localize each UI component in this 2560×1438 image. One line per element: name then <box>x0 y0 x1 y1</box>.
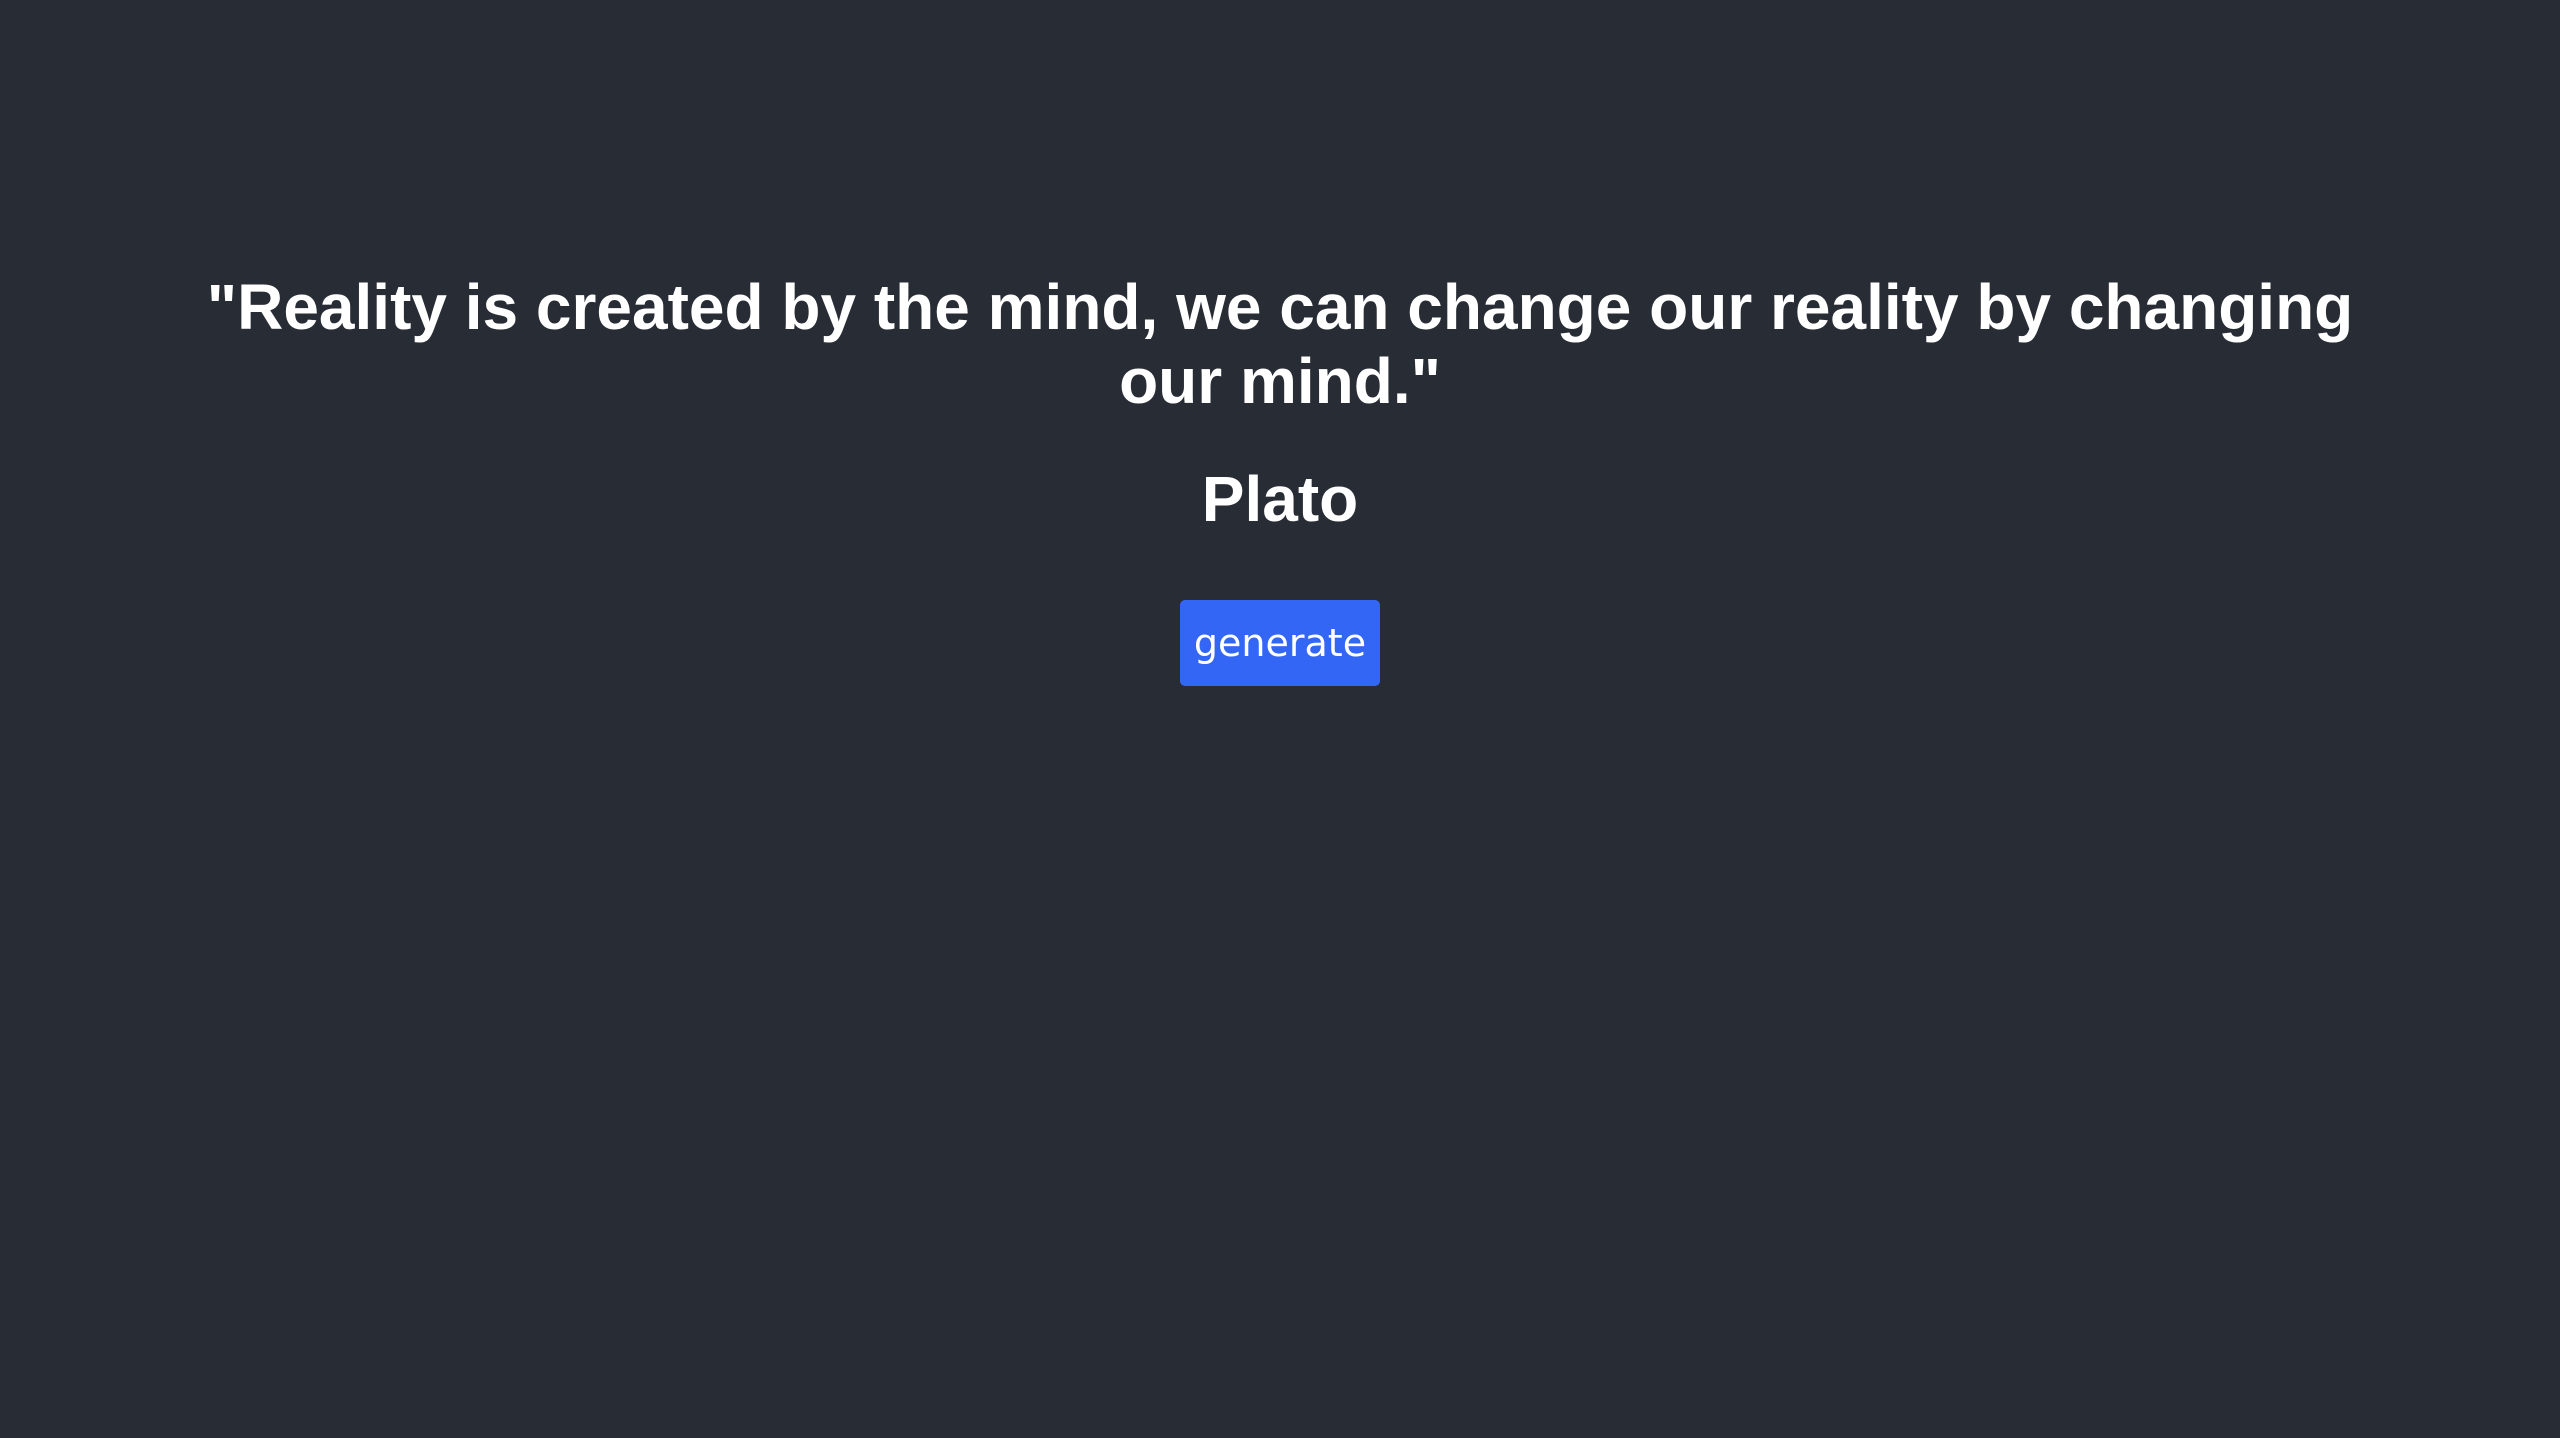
page: "Reality is created by the mind, we can … <box>0 0 2560 1438</box>
generate-button[interactable]: generate <box>1180 600 1380 686</box>
quote-block: "Reality is created by the mind, we can … <box>0 270 2560 686</box>
quote-author: Plato <box>1201 463 1359 535</box>
quote-text: "Reality is created by the mind, we can … <box>206 271 2354 417</box>
